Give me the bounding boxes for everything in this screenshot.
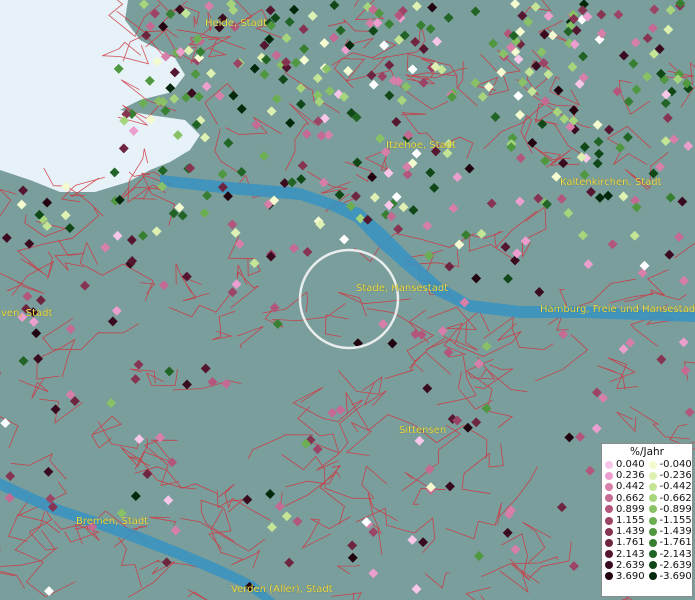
- legend-value: -0.899: [659, 503, 692, 515]
- legend-value: -0.236: [659, 470, 692, 482]
- legend-entry: 0.662: [605, 493, 649, 504]
- legend-value: 1.761: [616, 537, 645, 549]
- legend-entry: -2.639: [648, 559, 693, 571]
- legend-swatch: [605, 460, 613, 469]
- legend-value: -1.155: [659, 514, 692, 526]
- legend-entry: -0.662: [648, 492, 693, 504]
- place-label-sittensen: Sittensen: [399, 425, 446, 436]
- legend-swatch: [648, 572, 657, 581]
- legend-value: 3.690: [616, 570, 645, 582]
- legend-entry: 2.639: [605, 560, 649, 571]
- legend-entry: 1.761: [605, 537, 649, 548]
- legend-value: 0.899: [616, 503, 645, 515]
- legend-entry: 0.442: [605, 481, 649, 492]
- legend: %/Jahr 0.040 0.236 0.442 0.662 0.899 1.155 1.4…: [601, 443, 693, 597]
- place-label-kaltenkirchen: Kaltenkirchen, Stadt: [560, 177, 662, 188]
- legend-swatch: [648, 527, 657, 536]
- legend-swatch: [605, 527, 613, 536]
- legend-value: 0.236: [616, 470, 645, 482]
- legend-swatch: [605, 471, 613, 480]
- legend-value: 1.155: [616, 514, 645, 526]
- legend-swatch: [605, 538, 613, 547]
- legend-swatch: [648, 460, 657, 469]
- legend-entry: -0.236: [648, 470, 693, 482]
- legend-grid: 0.040 0.236 0.442 0.662 0.899 1.155 1.439 1.761…: [602, 459, 692, 582]
- legend-entry: 1.155: [605, 515, 649, 526]
- legend-entry: 0.236: [605, 470, 649, 481]
- legend-entry: 0.040: [605, 459, 649, 470]
- legend-swatch: [648, 471, 657, 480]
- legend-swatch: [605, 505, 613, 514]
- legend-value: -1.761: [659, 537, 692, 549]
- place-label-hamburg: Hamburg, Freie und Hansestadt: [540, 304, 695, 315]
- legend-title: %/Jahr: [629, 446, 665, 458]
- legend-value: -0.662: [659, 492, 692, 504]
- legend-entry: -0.899: [648, 503, 693, 515]
- legend-entry: 2.143: [605, 549, 649, 560]
- legend-entry: -0.442: [648, 481, 693, 493]
- legend-value: 2.143: [616, 548, 645, 560]
- legend-entry: -1.155: [648, 514, 693, 526]
- legend-swatch: [648, 482, 657, 491]
- place-label-bremen: Bremen, Stadt: [76, 516, 148, 527]
- legend-swatch: [648, 494, 657, 503]
- legend-swatch: [648, 516, 657, 525]
- legend-swatch: [605, 572, 613, 581]
- legend-value: -3.690: [659, 570, 692, 582]
- place-label-itzehoe: Itzehoe, Stadt: [386, 140, 456, 151]
- legend-entry: -1.761: [648, 537, 693, 549]
- legend-value: -2.143: [659, 548, 692, 560]
- legend-value: -0.442: [659, 481, 692, 493]
- legend-entry: -1.439: [648, 526, 693, 538]
- legend-positive-column: 0.040 0.236 0.442 0.662 0.899 1.155 1.439 1.761…: [605, 459, 649, 582]
- legend-swatch: [648, 561, 657, 570]
- legend-swatch: [605, 561, 613, 570]
- place-label-stade: Stade, Hansestadt: [356, 283, 448, 294]
- legend-swatch: [648, 505, 657, 514]
- legend-entry: -3.690: [648, 570, 693, 582]
- legend-swatch: [605, 494, 613, 503]
- legend-swatch: [605, 482, 613, 491]
- legend-swatch: [605, 550, 613, 559]
- map-canvas[interactable]: Heide, Stadt Itzehoe, Stadt Kaltenkirche…: [0, 0, 695, 600]
- place-label-verden: Verden (Aller), Stadt: [231, 584, 333, 595]
- legend-entry: -2.143: [648, 548, 693, 560]
- legend-entry: -0.040: [648, 459, 693, 470]
- legend-entry: 1.439: [605, 526, 649, 537]
- legend-value: 0.040: [616, 459, 645, 470]
- legend-value: 2.639: [616, 559, 645, 571]
- place-label-heide: Heide, Stadt: [205, 18, 267, 29]
- legend-entry: 3.690: [605, 571, 649, 582]
- legend-swatch: [648, 538, 657, 547]
- legend-value: -0.040: [659, 459, 692, 470]
- legend-value: -1.439: [659, 526, 692, 538]
- legend-negative-column: -0.040 -0.236 -0.442 -0.662 -0.899 -1.155 -1.4…: [648, 459, 693, 582]
- legend-swatch: [648, 550, 657, 559]
- legend-value: 0.662: [616, 492, 645, 504]
- legend-value: -2.639: [659, 559, 692, 571]
- legend-value: 1.439: [616, 526, 645, 538]
- legend-entry: 0.899: [605, 504, 649, 515]
- legend-value: 0.442: [616, 481, 645, 493]
- legend-swatch: [605, 516, 613, 525]
- place-label-bremerhaven: ven, Stadt: [1, 308, 53, 319]
